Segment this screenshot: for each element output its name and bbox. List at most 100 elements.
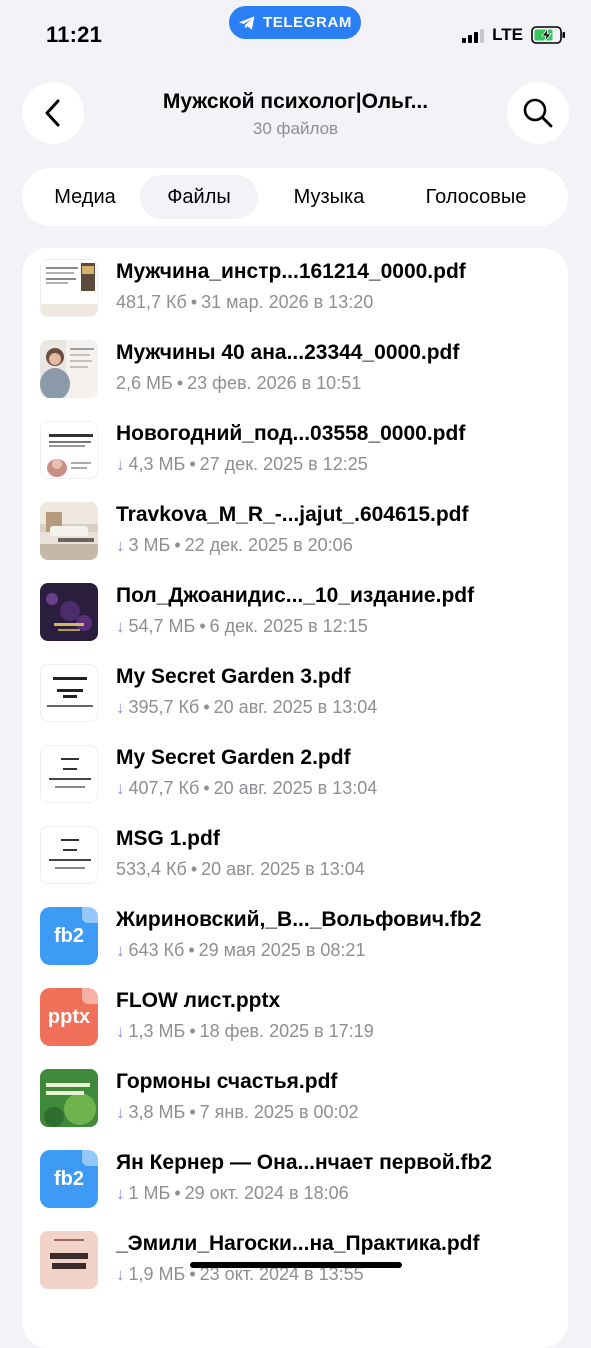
list-item[interactable]: Новогодний_под...03558_0000.pdf ↓ 4,3 МБ… [22,410,568,491]
downloaded-arrow-icon: ↓ [116,535,125,555]
tab-files[interactable]: Файлы [140,175,258,219]
list-item[interactable]: Мужчина_инстр...161214_0000.pdf 481,7 Кб… [22,248,568,329]
chat-files-header: Мужской психолог|Ольг... 30 файлов [0,80,591,150]
file-meta: ↓ 1,3 МБ • 18 фев. 2025 в 17:19 [116,1021,374,1041]
file-date: 18 фев. 2025 в 17:19 [199,1021,374,1041]
files-count: 30 файлов [252,119,339,138]
file-size: 643 Кб [128,940,185,960]
file-meta: ↓ 4,3 МБ • 27 дек. 2025 в 12:25 [116,454,368,474]
list-item[interactable]: My Secret Garden 3.pdf ↓ 395,7 Кб • 20 а… [22,653,568,734]
tab-voice[interactable]: Голосовые [398,175,554,219]
search-icon [523,98,553,128]
file-meta: ↓ 395,7 Кб • 20 авг. 2025 в 13:04 [116,697,378,717]
tab-music[interactable]: Музыка [274,175,384,219]
file-date: 27 дек. 2025 в 12:25 [199,454,368,474]
list-item[interactable]: _Эмили_Нагоски...на_Практика.pdf ↓ 1,9 М… [22,1220,568,1301]
file-name: Ян Кернер — Она...нчает первой.fb2 [116,1151,492,1174]
file-size: 2,6 МБ [116,373,173,393]
telegram-icon [239,15,255,30]
file-size: 1,3 МБ [128,1021,186,1041]
fb2-file-icon: fb2 [40,1150,98,1208]
downloaded-arrow-icon: ↓ [116,778,125,798]
telegram-pill[interactable]: TELEGRAM [229,6,361,39]
file-thumbnail [40,421,98,479]
file-meta: ↓ 643 Кб • 29 мая 2025 в 08:21 [116,940,366,960]
file-meta: 481,7 Кб • 31 мар. 2026 в 13:20 [116,292,374,312]
pptx-file-icon: pptx [40,988,98,1046]
file-name: Пол_Джоанидис..._10_издание.pdf [116,584,475,607]
battery-charging-icon [531,26,565,44]
file-size: 54,7 МБ [128,616,196,636]
file-size: 407,7 Кб [128,778,200,798]
file-name: Жириновский,_В..._Вольфович.fb2 [116,908,482,931]
file-thumbnail [40,583,98,641]
file-thumbnail [40,259,98,317]
list-item[interactable]: MSG 1.pdf 533,4 Кб • 20 авг. 2025 в 13:0… [22,815,568,896]
list-item[interactable]: pptx FLOW лист.pptx ↓ 1,3 МБ • 18 фев. 2… [22,977,568,1058]
list-item[interactable]: fb2 Жириновский,_В..._Вольфович.fb2 ↓ 64… [22,896,568,977]
file-thumbnail [40,664,98,722]
search-button[interactable] [507,82,569,144]
file-name: Новогодний_под...03558_0000.pdf [116,422,466,445]
file-date: 20 авг. 2025 в 13:04 [213,778,378,798]
file-date: 22 дек. 2025 в 20:06 [184,535,353,555]
tab-media[interactable]: Медиа [38,175,132,219]
downloaded-arrow-icon: ↓ [116,697,125,717]
file-size: 3,8 МБ [128,1102,186,1122]
status-bar: 11:21 TELEGRAM LTE [0,0,591,70]
file-name: Мужчины 40 ана...23344_0000.pdf [116,341,460,364]
app-pill-label: TELEGRAM [263,14,352,31]
page-title: Мужской психолог|Ольг... [162,90,429,113]
status-time: 11:21 [46,22,103,47]
file-meta: 533,4 Кб • 20 авг. 2025 в 13:04 [116,859,365,879]
home-indicator[interactable] [190,1262,402,1268]
file-name: MSG 1.pdf [116,827,220,850]
file-thumbnail [40,1069,98,1127]
file-name: Travkova_M_R_-...jajut_.604615.pdf [116,503,469,526]
file-date: 29 мая 2025 в 08:21 [198,940,366,960]
list-item[interactable]: fb2 Ян Кернер — Она...нчает первой.fb2 ↓… [22,1139,568,1220]
file-meta: ↓ 54,7 МБ • 6 дек. 2025 в 12:15 [116,616,368,636]
file-date: 20 авг. 2025 в 13:04 [213,697,378,717]
list-item[interactable]: Мужчины 40 ана...23344_0000.pdf 2,6 МБ •… [22,329,568,410]
file-meta: 2,6 МБ • 23 фев. 2026 в 10:51 [116,373,362,393]
list-item[interactable]: My Secret Garden 2.pdf ↓ 407,7 Кб • 20 а… [22,734,568,815]
file-name: _Эмили_Нагоски...на_Практика.pdf [116,1232,480,1255]
file-meta: ↓ 3,8 МБ • 7 янв. 2025 в 00:02 [116,1102,359,1122]
downloaded-arrow-icon: ↓ [116,940,125,960]
file-size: 1,9 МБ [128,1264,186,1284]
file-date: 23 фев. 2026 в 10:51 [187,373,362,393]
downloaded-arrow-icon: ↓ [116,454,125,474]
file-size: 3 МБ [128,535,171,555]
file-date: 29 окт. 2024 в 18:06 [184,1183,349,1203]
file-size: 481,7 Кб [116,292,187,312]
file-size: 395,7 Кб [128,697,200,717]
list-item[interactable]: Гормоны счастья.pdf ↓ 3,8 МБ • 7 янв. 20… [22,1058,568,1139]
file-name: My Secret Garden 2.pdf [116,746,351,769]
file-date: 31 мар. 2026 в 13:20 [201,292,374,312]
file-thumbnail [40,1231,98,1289]
file-name: FLOW лист.pptx [116,989,281,1012]
file-meta: ↓ 1 МБ • 29 окт. 2024 в 18:06 [116,1183,349,1203]
file-meta: ↓ 407,7 Кб • 20 авг. 2025 в 13:04 [116,778,378,798]
file-name: Мужчина_инстр...161214_0000.pdf [116,260,466,283]
list-item[interactable]: Пол_Джоанидис..._10_издание.pdf ↓ 54,7 М… [22,572,568,653]
downloaded-arrow-icon: ↓ [116,1021,125,1041]
file-size: 533,4 Кб [116,859,187,879]
downloaded-arrow-icon: ↓ [116,616,125,636]
media-type-tabs: Медиа Файлы Музыка Голосовые [22,168,568,226]
network-label: LTE [492,25,523,44]
back-button[interactable] [22,82,84,144]
downloaded-arrow-icon: ↓ [116,1102,125,1122]
list-item[interactable]: Travkova_M_R_-...jajut_.604615.pdf ↓ 3 М… [22,491,568,572]
file-name: Гормоны счастья.pdf [116,1070,338,1093]
file-date: 6 дек. 2025 в 12:15 [209,616,368,636]
file-thumbnail [40,826,98,884]
file-name: My Secret Garden 3.pdf [116,665,351,688]
file-thumbnail [40,745,98,803]
chevron-left-icon [45,99,60,127]
downloaded-arrow-icon: ↓ [116,1264,125,1284]
file-thumbnail [40,340,98,398]
file-meta: ↓ 3 МБ • 22 дек. 2025 в 20:06 [116,535,353,555]
file-date: 20 авг. 2025 в 13:04 [201,859,365,879]
